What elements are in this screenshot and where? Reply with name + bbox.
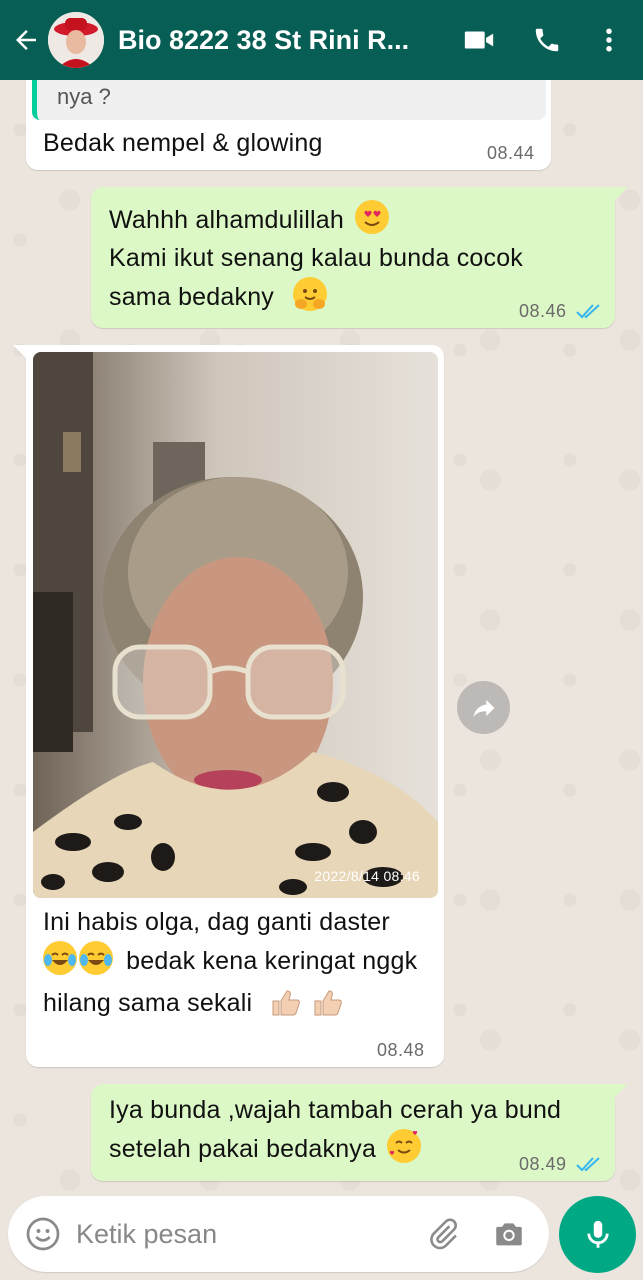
video-call-button[interactable] (455, 0, 503, 80)
more-options-button[interactable] (585, 0, 633, 80)
emoji-button[interactable] (24, 1215, 62, 1253)
mic-icon (586, 1220, 609, 1248)
message-time: 08.48 (377, 1040, 425, 1060)
message-line: Iya bunda ,wajah tambah cerah ya bund (109, 1096, 562, 1124)
video-call-icon (464, 31, 494, 49)
voice-record-button[interactable] (559, 1196, 636, 1273)
read-receipt-icon (576, 304, 600, 319)
contact-avatar[interactable] (48, 12, 104, 68)
message-body: Ini habis olga, dag ganti daster bedak k… (43, 903, 417, 1030)
thumbs-up-emoji-icon (269, 985, 303, 1030)
emoji-icon (26, 1217, 60, 1251)
quoted-message-text: nya ? (57, 84, 111, 109)
forward-icon (473, 699, 494, 717)
voice-call-button[interactable] (523, 0, 571, 80)
message-body: Wahhh alhamdulillah Kami ikut senang kal… (109, 200, 523, 316)
more-vert-icon (606, 28, 612, 52)
message-body: Iya bunda ,wajah tambah cerah ya bund se… (109, 1091, 561, 1168)
thumbs-up-emoji-icon (311, 985, 345, 1030)
read-receipt-icon (576, 1157, 600, 1172)
message-time: 08.46 (519, 301, 567, 321)
message-text: Bedak nempel & glowing (43, 129, 323, 157)
arrow-left-icon (16, 30, 36, 50)
smiling-face-with-hearts-emoji-icon (387, 1129, 422, 1163)
message-line: Kami ikut senang kalau bunda cocok (109, 244, 524, 272)
paperclip-icon (430, 1218, 457, 1250)
message-line: bedak kena keringat nggk (43, 941, 417, 980)
chat-title[interactable]: Bio 8222 38 St Rini R... (118, 25, 418, 56)
phone-icon (535, 28, 559, 52)
message-line: setelah pakai bedaknya (109, 1129, 561, 1168)
message-line: hilang sama sekali (43, 984, 417, 1030)
hugging-face-emoji-icon (293, 277, 328, 311)
tears-of-joy-emoji-icon (79, 941, 113, 975)
forward-button[interactable] (457, 681, 510, 734)
message-photo[interactable]: 2022/8/14 08:46 (33, 352, 438, 898)
quoted-message[interactable]: nya ? (32, 80, 546, 120)
tears-of-joy-emoji-icon (43, 941, 77, 975)
camera-icon (496, 1223, 522, 1246)
heart-eyes-emoji-icon (355, 200, 390, 234)
message-input[interactable] (76, 1218, 406, 1250)
message-line: Ini habis olga, dag ganti daster (43, 908, 390, 936)
back-button[interactable] (4, 0, 48, 80)
message-composer (8, 1196, 549, 1272)
chat-header: Bio 8222 38 St Rini R... (0, 0, 643, 80)
photo-timestamp: 2022/8/14 08:46 (314, 868, 420, 884)
message-line: Wahhh alhamdulillah (109, 200, 523, 239)
message-time: 08.44 (487, 143, 535, 163)
attach-button[interactable] (421, 1217, 465, 1251)
message-time: 08.49 (519, 1154, 567, 1174)
camera-button[interactable] (487, 1217, 531, 1251)
message-line: sama bedakny (109, 277, 523, 316)
